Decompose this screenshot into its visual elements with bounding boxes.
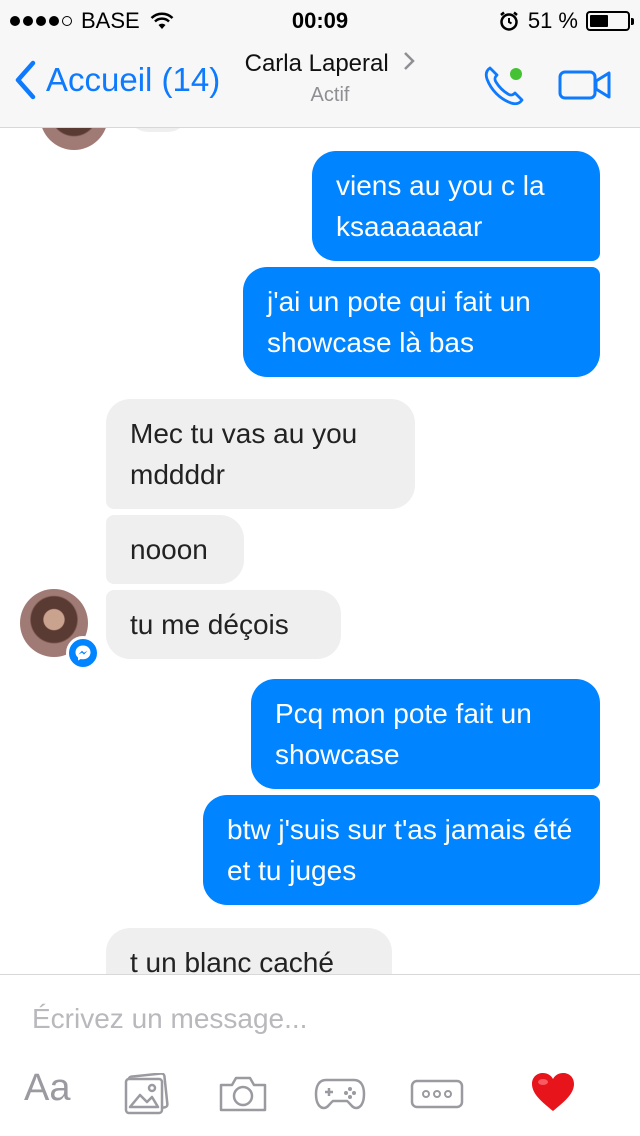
- messenger-icon: [66, 636, 100, 670]
- contact-info[interactable]: Carla Laperal Actif: [0, 50, 640, 107]
- contact-name-row[interactable]: Carla Laperal: [0, 50, 640, 78]
- gamepad-icon: [314, 1078, 366, 1110]
- message-bubble-incoming[interactable]: Mec tu vas au you mddddr: [106, 399, 415, 509]
- text-format-button[interactable]: Aa: [24, 1067, 70, 1110]
- message-bubble-outgoing[interactable]: Pcq mon pote fait un showcase: [251, 679, 600, 789]
- contact-name: Carla Laperal: [244, 50, 389, 77]
- phone-icon: [484, 66, 524, 106]
- online-indicator: [510, 68, 522, 80]
- more-icon: [410, 1079, 464, 1109]
- message-bubble-incoming[interactable]: tu me déçois: [106, 590, 341, 659]
- games-button[interactable]: [314, 1077, 366, 1116]
- avatar[interactable]: [40, 128, 108, 150]
- message-bubble-outgoing[interactable]: btw j'suis sur t'as jamais été et tu jug…: [203, 795, 600, 905]
- previous-message: [128, 128, 188, 132]
- status-bar: BASE 00:09 51 %: [0, 0, 640, 40]
- message-input[interactable]: Écrivez un message...: [32, 1003, 307, 1035]
- message-bubble-incoming[interactable]: t un blanc caché: [106, 928, 392, 974]
- battery-icon: [586, 11, 634, 31]
- message-composer: Écrivez un message... Aa: [0, 974, 640, 1136]
- camera-icon: [219, 1076, 267, 1112]
- message-list[interactable]: viens au you c la ksaaaaaaar j'ai un pot…: [0, 128, 640, 974]
- alarm-icon: [500, 11, 518, 31]
- message-bubble-outgoing[interactable]: viens au you c la ksaaaaaaar: [312, 151, 600, 261]
- contact-status: Actif: [310, 84, 350, 106]
- like-button[interactable]: [530, 1071, 576, 1118]
- photo-gallery-button[interactable]: [122, 1072, 170, 1120]
- photo-gallery-icon: [124, 1072, 169, 1115]
- text-format-label: Aa: [24, 1067, 71, 1109]
- heart-icon: [532, 1073, 574, 1111]
- call-button[interactable]: [480, 62, 528, 115]
- chevron-right-icon: [404, 52, 416, 70]
- battery-percent: 51 %: [527, 8, 578, 33]
- video-camera-icon: [558, 70, 611, 100]
- message-bubble-incoming[interactable]: nooon: [106, 515, 244, 584]
- status-right: 51 %: [498, 8, 634, 34]
- camera-button[interactable]: [218, 1075, 268, 1118]
- video-call-button[interactable]: [558, 68, 612, 107]
- conversation-header: Accueil (14) Carla Laperal Actif: [0, 40, 640, 128]
- more-button[interactable]: [410, 1079, 464, 1114]
- message-bubble-outgoing[interactable]: j'ai un pote qui fait un showcase là bas: [243, 267, 600, 377]
